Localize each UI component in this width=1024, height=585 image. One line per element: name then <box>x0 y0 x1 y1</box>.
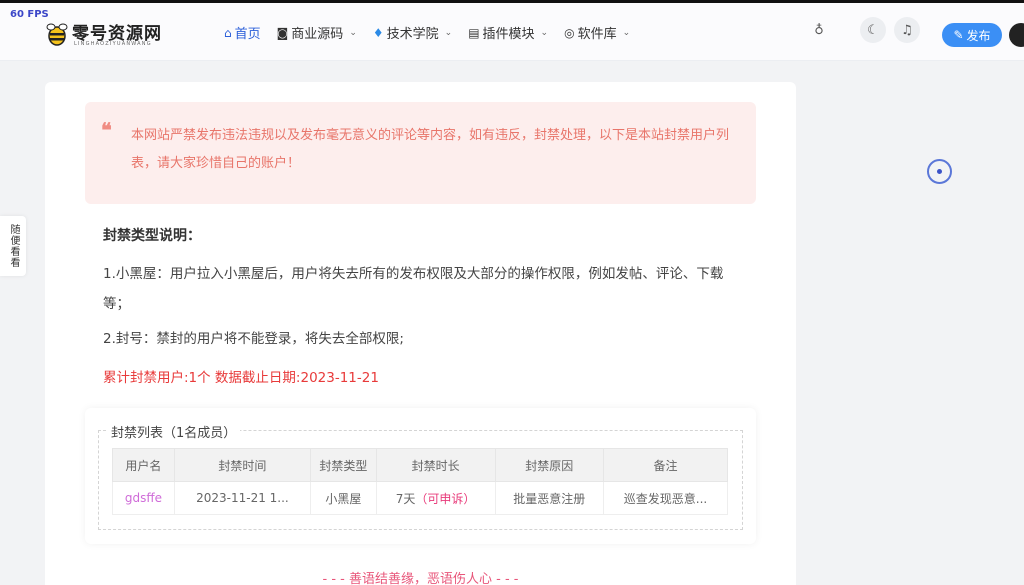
bee-logo-icon <box>46 23 68 46</box>
nav-item-tech-academy[interactable]: ♦ 技术学院 ⌄ <box>372 23 453 43</box>
module-icon: ▤ <box>468 25 480 40</box>
ban-type-title: 封禁类型说明： <box>103 228 201 244</box>
nav-item-label: 插件模块 <box>482 27 535 42</box>
quote-icon: ❝ <box>101 118 112 142</box>
table-row: gdsffe 2023-11-21 1... 小黑屋 7天（可申诉） 批量恶意注… <box>112 481 728 515</box>
publish-label: 发布 <box>966 28 991 43</box>
chevron-down-icon: ⌄ <box>444 27 453 38</box>
nav-item-software[interactable]: ◎ 软件库 ⌄ <box>564 23 631 43</box>
column-header: 封禁时间 <box>173 448 312 482</box>
fps-counter: 60 FPS <box>10 9 49 20</box>
nav-item-plugins[interactable]: ▤ 插件模块 ⌄ <box>468 23 549 43</box>
software-icon: ◎ <box>564 25 575 40</box>
notifications-button[interactable]: ♫ <box>894 17 920 43</box>
notice-text: 本网站严禁发布违法违规以及发布毫无意义的评论等内容，如有违反，封禁处理，以下是本… <box>131 128 730 171</box>
ban-stats: 累计封禁用户:1个 数据截止日期:2023-11-21 <box>103 370 379 386</box>
remark-cell: 巡查发现恶意... <box>603 481 728 515</box>
ban-type-cell: 小黑屋 <box>310 481 377 515</box>
site-header: 零号资源网 LINGHAOZIYUANWANG ⌂ 首页 ◙ 商业源码 ⌄ ♦ … <box>0 3 1024 61</box>
ban-reason-cell: 批量恶意注册 <box>494 481 605 515</box>
site-logo[interactable]: 零号资源网 LINGHAOZIYUANWANG <box>44 19 164 53</box>
home-icon: ⌂ <box>224 25 232 40</box>
nav-item-label: 商业源码 <box>291 27 344 42</box>
chevron-down-icon: ⌄ <box>540 27 549 38</box>
ban-duration-cell: 7天（可申诉） <box>375 481 496 515</box>
column-header: 封禁原因 <box>494 448 605 482</box>
ban-list-panel: 封禁列表（1名成员） 用户名 封禁时间 封禁类型 封禁时长 封禁原因 备注 gd… <box>85 408 756 544</box>
nav-item-label: 技术学院 <box>386 27 439 42</box>
appeal-link[interactable]: （可申诉） <box>415 492 475 506</box>
diamond-icon: ♦ <box>372 25 384 40</box>
duration-value: 7天 <box>395 491 416 506</box>
column-header: 用户名 <box>112 448 175 482</box>
column-header: 封禁类型 <box>310 448 377 482</box>
nav-item-label: 首页 <box>234 27 261 42</box>
chevron-down-icon: ⌄ <box>349 27 357 38</box>
ban-list-legend: 封禁列表（1名成员） <box>107 422 241 441</box>
notice-box: ❝ 本网站严禁发布违法违规以及发布毫无意义的评论等内容，如有违反，封禁处理，以下… <box>85 102 756 204</box>
nav-item-commercial-source[interactable]: ◙ 商业源码 ⌄ <box>276 23 357 43</box>
nav-item-label: 软件库 <box>577 27 617 42</box>
table-header-row: 用户名 封禁时间 封禁类型 封禁时长 封禁原因 备注 <box>112 448 728 482</box>
chevron-down-icon: ⌄ <box>622 27 631 38</box>
username-link[interactable]: gdsffe <box>112 481 175 515</box>
footer-slogan: - - - 善语结善缘，恶语伤人心 - - - <box>322 572 519 585</box>
column-header: 封禁时长 <box>375 448 496 482</box>
column-header: 备注 <box>603 448 728 482</box>
bell-icon: ♫ <box>901 22 913 38</box>
ban-type-blackroom: 1.小黑屋：用户拉入小黑屋后，用户将失去所有的发布权限及大部分的操作权限，例如发… <box>103 266 724 312</box>
ban-type-account: 2.封号：禁封的用户将不能登录，将失去全部权限; <box>103 331 404 347</box>
logo-subtitle: LINGHAOZIYUANWANG <box>74 41 152 47</box>
publish-button[interactable]: ✎ 发布 <box>942 23 1002 47</box>
ban-time-cell: 2023-11-21 1... <box>173 481 312 515</box>
medal-button[interactable]: ♁ <box>806 17 832 43</box>
medal-icon: ♁ <box>814 22 824 38</box>
main-nav: ⌂ 首页 ◙ 商业源码 ⌄ ♦ 技术学院 ⌄ ▤ 插件模块 ⌄ ◎ 软件库 ⌄ <box>224 23 631 43</box>
dark-mode-toggle[interactable]: ☾ <box>860 17 886 43</box>
ban-list-table: 用户名 封禁时间 封禁类型 封禁时长 封禁原因 备注 gdsffe 2023-1… <box>112 448 728 515</box>
avatar[interactable] <box>1009 23 1024 47</box>
moon-icon: ☾ <box>867 22 879 38</box>
pencil-icon: ✎ <box>953 28 964 42</box>
nav-item-home[interactable]: ⌂ 首页 <box>224 23 261 43</box>
code-icon: ◙ <box>276 25 289 40</box>
content-card: ❝ 本网站严禁发布违法违规以及发布毫无意义的评论等内容，如有违反，封禁处理，以下… <box>45 82 796 585</box>
loading-spinner-icon <box>927 159 952 184</box>
random-browse-tab[interactable]: 随便看看 <box>0 216 26 276</box>
